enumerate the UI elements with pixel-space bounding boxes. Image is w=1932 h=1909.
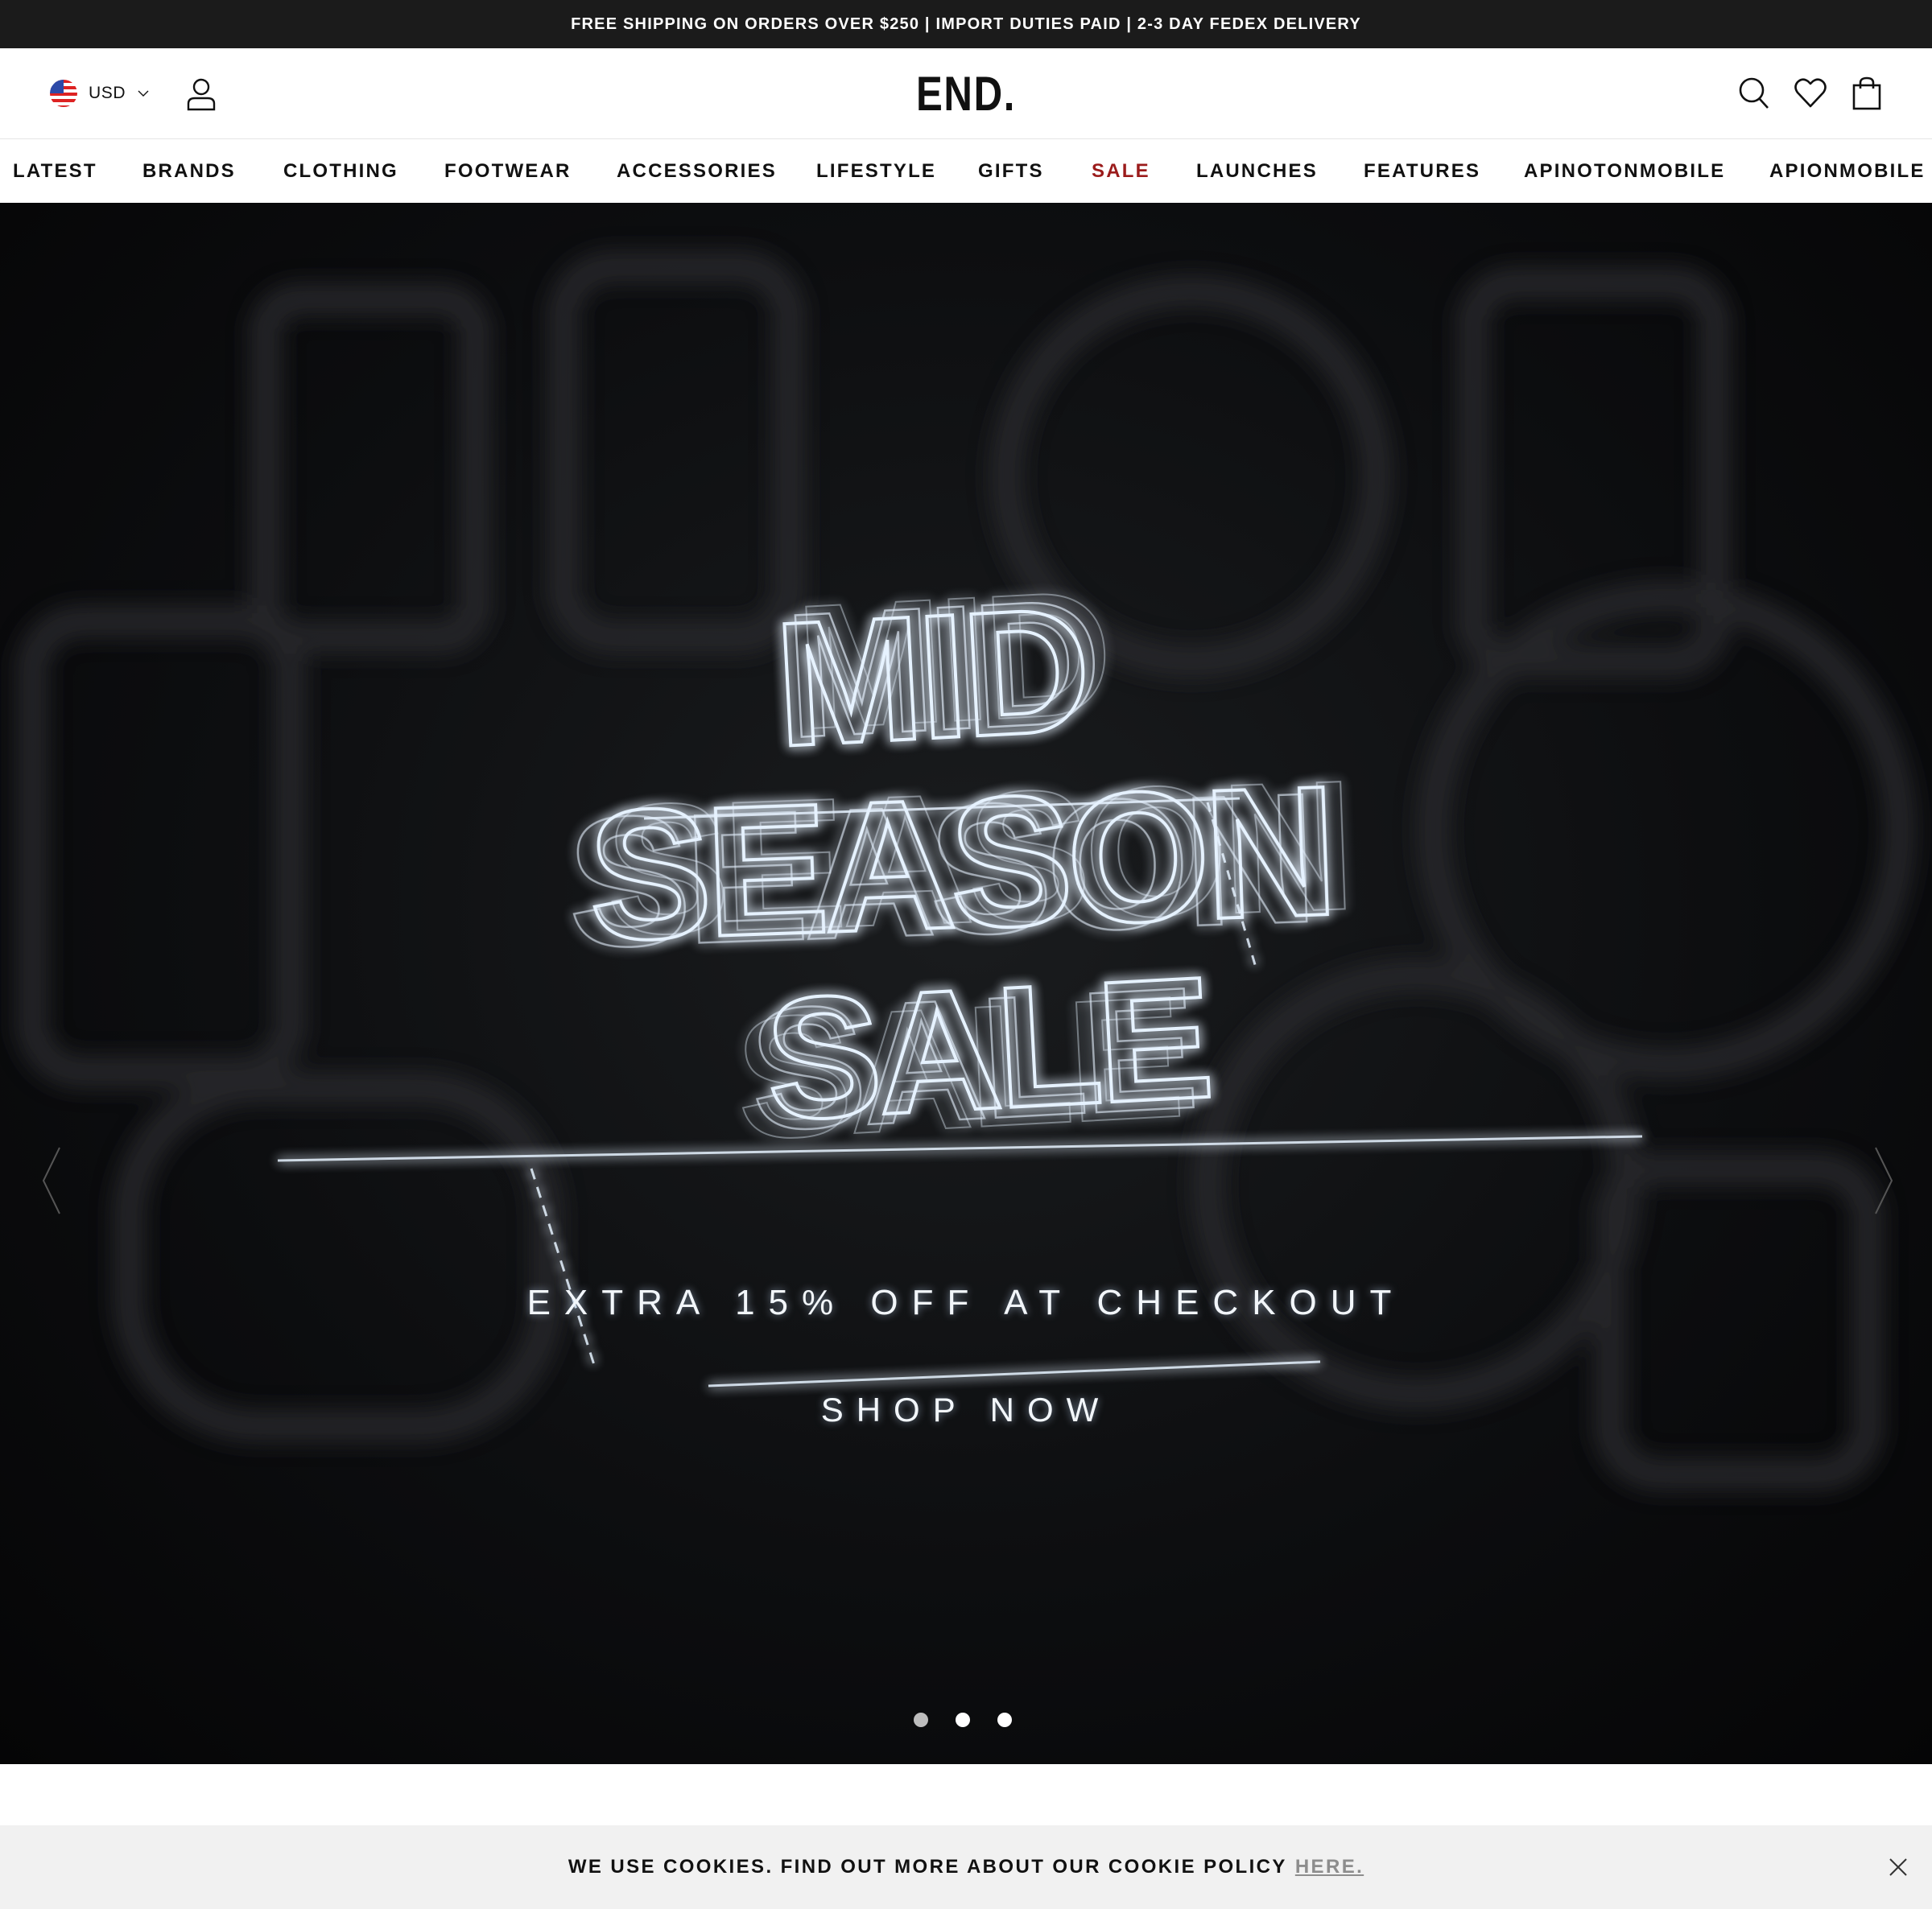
nav-item-features[interactable]: FEATURES <box>1364 139 1480 203</box>
nav-item-apinotonmobile[interactable]: APINOTONMOBILE <box>1524 139 1725 203</box>
promo-bar: FREE SHIPPING ON ORDERS OVER $250 | IMPO… <box>0 0 1932 48</box>
carousel-next-icon[interactable] <box>1869 1144 1897 1217</box>
cookie-banner: WE USE COOKIES. FIND OUT MORE ABOUT OUR … <box>0 1825 1932 1909</box>
site-header: USD END. <box>0 48 1932 139</box>
nav-item-lifestyle[interactable]: LIFESTYLE <box>816 139 936 203</box>
nav-item-footwear[interactable]: FOOTWEAR <box>444 139 572 203</box>
main-nav: LATEST BRANDS CLOTHING FOOTWEAR ACCESSOR… <box>0 139 1932 203</box>
chevron-down-icon <box>138 90 149 97</box>
hero-banner[interactable]: MID MID MID SEASON SEASON SEASON SALE SA… <box>0 203 1932 1764</box>
promo-text: FREE SHIPPING ON ORDERS OVER $250 | IMPO… <box>571 14 1361 33</box>
cookie-policy-link[interactable]: HERE. <box>1295 1856 1364 1878</box>
nav-item-clothing[interactable]: CLOTHING <box>283 139 398 203</box>
nav-item-launches[interactable]: LAUNCHES <box>1196 139 1318 203</box>
heart-icon[interactable] <box>1794 76 1827 111</box>
currency-selector[interactable]: USD <box>50 77 150 109</box>
carousel-prev-icon[interactable] <box>39 1144 66 1217</box>
carousel-dots <box>914 1713 1012 1727</box>
currency-label: USD <box>89 84 126 102</box>
nav-item-apionmobile[interactable]: APIONMOBILE <box>1769 139 1926 203</box>
carousel-dot-1[interactable] <box>914 1713 928 1727</box>
site-logo[interactable]: END. <box>916 67 1014 121</box>
flag-us-icon <box>50 80 77 107</box>
nav-item-accessories[interactable]: ACCESSORIES <box>617 139 777 203</box>
search-icon[interactable] <box>1737 76 1771 111</box>
cookie-text: WE USE COOKIES. FIND OUT MORE ABOUT OUR … <box>568 1856 1287 1878</box>
account-icon[interactable] <box>185 77 217 111</box>
nav-item-brands[interactable]: BRANDS <box>142 139 236 203</box>
carousel-dot-3[interactable] <box>997 1713 1012 1727</box>
bag-icon[interactable] <box>1850 76 1884 111</box>
hero-background-pattern <box>16 251 1916 1491</box>
shop-now-button[interactable]: SHOP NOW <box>789 1378 1143 1442</box>
nav-item-gifts[interactable]: GIFTS <box>978 139 1044 203</box>
nav-item-sale[interactable]: SALE <box>1092 139 1150 203</box>
close-icon[interactable] <box>1887 1856 1909 1878</box>
hero-subtitle: EXTRA 15% OFF AT CHECKOUT <box>526 1283 1406 1322</box>
carousel-dot-2[interactable] <box>956 1713 970 1727</box>
nav-item-latest[interactable]: LATEST <box>13 139 97 203</box>
